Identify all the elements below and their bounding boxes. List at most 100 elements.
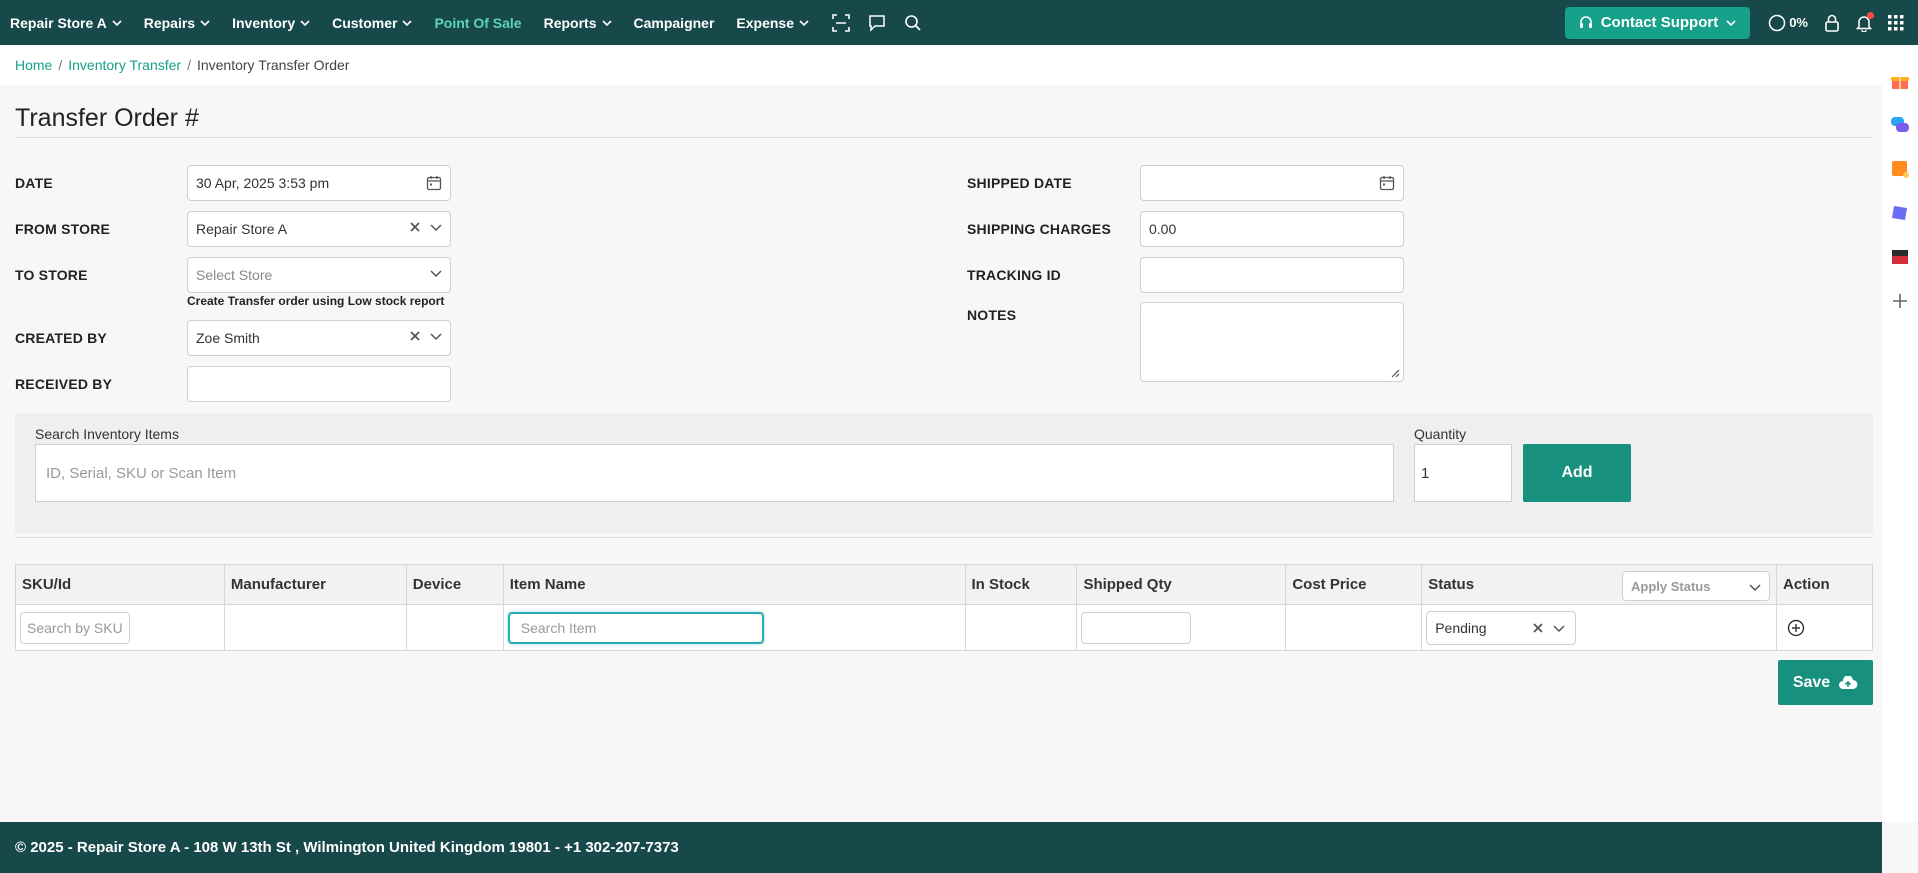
date-label: DATE (15, 175, 53, 191)
apply-status-placeholder: Apply Status (1630, 578, 1711, 594)
date-field[interactable]: 30 Apr, 2025 3:53 pm (187, 165, 451, 201)
calendar-icon[interactable] (1379, 175, 1395, 191)
shipped-date-label: SHIPPED DATE (967, 175, 1072, 191)
add-row-icon[interactable] (1787, 619, 1805, 637)
page-title: Transfer Order # (15, 104, 199, 132)
search-inventory-input[interactable]: ID, Serial, SKU or Scan Item (35, 444, 1394, 502)
chevron-down-icon (112, 19, 122, 26)
shipping-charges-field[interactable]: 0.00 (1140, 211, 1404, 247)
received-by-field[interactable] (187, 366, 451, 402)
clear-icon[interactable] (410, 331, 420, 341)
breadcrumb-current: Inventory Transfer Order (196, 57, 350, 73)
apply-status-select[interactable]: Apply Status (1621, 571, 1770, 601)
chevron-down-icon (430, 224, 442, 232)
shipped-qty-input[interactable] (1081, 611, 1192, 644)
chevron-down-icon (300, 19, 310, 26)
scan-icon[interactable] (831, 13, 851, 33)
chevron-down-icon (601, 19, 612, 26)
from-store-label: FROM STORE (15, 221, 111, 237)
col-action: Action (1775, 564, 1874, 605)
apps-grid-icon[interactable] (1886, 13, 1906, 33)
cell-cost-price (1285, 604, 1423, 651)
quantity-value: 1 (1421, 464, 1430, 482)
breadcrumb-home[interactable]: Home (15, 57, 52, 73)
breadcrumb: Home / Inventory Transfer / Inventory Tr… (0, 45, 1882, 85)
low-stock-report-link[interactable]: Create Transfer order using Low stock re… (187, 294, 444, 308)
tracking-id-field[interactable] (1140, 257, 1404, 293)
notes-textarea[interactable] (1140, 302, 1404, 382)
created-by-select[interactable]: Zoe Smith (187, 320, 451, 356)
add-item-button[interactable]: Add (1523, 444, 1631, 502)
clear-icon[interactable] (1533, 622, 1543, 633)
calendar-icon[interactable] (426, 175, 442, 191)
title-divider (15, 137, 1873, 138)
chat-bubbles-icon[interactable] (1890, 115, 1910, 135)
breadcrumb-separator: / (187, 57, 191, 73)
resize-handle-icon[interactable] (1390, 368, 1400, 378)
to-store-select[interactable]: Select Store (187, 257, 451, 293)
breadcrumb-inventory-transfer[interactable]: Inventory Transfer (68, 57, 181, 73)
row-status-value: Pending (1435, 619, 1487, 636)
nav-store-switcher[interactable]: Repair Store A (10, 15, 122, 31)
from-store-select[interactable]: Repair Store A (187, 211, 451, 247)
row-status-select[interactable]: Pending (1426, 610, 1577, 645)
col-in-stock: In Stock (964, 564, 1078, 605)
headset-icon (1579, 15, 1592, 28)
chevron-down-icon (799, 19, 809, 26)
chat-icon[interactable] (867, 13, 887, 33)
bell-icon[interactable] (1854, 11, 1874, 33)
chevron-down-icon (430, 333, 442, 341)
search-icon[interactable] (903, 13, 923, 33)
tracking-id-label: TRACKING ID (967, 267, 1061, 283)
cell-in-stock (964, 604, 1078, 651)
contact-support-button[interactable]: Contact Support (1564, 6, 1751, 39)
nav-point-of-sale[interactable]: Point Of Sale (434, 15, 521, 31)
chevron-down-icon (430, 270, 442, 278)
to-store-label: TO STORE (15, 267, 88, 283)
cell-manufacturer (223, 604, 407, 651)
cell-shipped-qty (1076, 604, 1287, 651)
nav-reports[interactable]: Reports (544, 15, 612, 31)
plus-icon[interactable] (1890, 291, 1910, 311)
clear-icon[interactable] (410, 222, 420, 232)
progress-indicator[interactable]: 0% (1768, 14, 1808, 32)
tag-icon[interactable] (1890, 203, 1910, 223)
save-label: Save (1792, 673, 1831, 691)
item-search-input[interactable]: Search Item (507, 611, 764, 644)
search-inventory-label: Search Inventory Items (35, 426, 179, 442)
panel-divider (15, 537, 1873, 538)
nav-expense[interactable]: Expense (736, 15, 809, 31)
cash-register-icon[interactable] (1890, 247, 1910, 267)
footer: © 2025 - Repair Store A - 108 W 13th St … (0, 822, 1882, 873)
progress-ring-icon (1768, 14, 1786, 31)
notes-label: NOTES (967, 307, 1017, 323)
nav-campaigner[interactable]: Campaigner (634, 15, 715, 31)
sku-search-input[interactable]: Search by SKU (20, 611, 130, 644)
quantity-input[interactable]: 1 (1414, 444, 1512, 502)
created-by-value: Zoe Smith (196, 330, 260, 346)
created-by-label: CREATED BY (15, 330, 107, 346)
col-status-label: Status (1428, 576, 1475, 593)
save-button[interactable]: Save (1778, 660, 1873, 705)
item-search-placeholder: Search Item (520, 619, 597, 636)
nav-inventory[interactable]: Inventory (232, 15, 310, 31)
gift-icon[interactable] (1890, 71, 1910, 91)
sticky-note-icon[interactable] (1890, 159, 1910, 179)
col-status: Status Apply Status (1421, 564, 1777, 605)
shipped-date-field[interactable] (1140, 165, 1404, 201)
right-sidebar (1882, 45, 1918, 822)
cell-device (405, 604, 504, 651)
col-sku-id: SKU/Id (15, 564, 225, 605)
cell-sku: Search by SKU (15, 604, 225, 651)
cell-status: Pending (1421, 604, 1777, 651)
top-navbar: Repair Store A Repairs Inventory Custome… (0, 0, 1918, 45)
footer-text: © 2025 - Repair Store A - 108 W 13th St … (15, 839, 679, 856)
col-shipped-qty: Shipped Qty (1076, 564, 1287, 605)
nav-customer[interactable]: Customer (332, 15, 413, 31)
shipping-charges-label: SHIPPING CHARGES (967, 221, 1111, 237)
cloud-upload-icon (1839, 675, 1858, 689)
received-by-label: RECEIVED BY (15, 376, 113, 392)
nav-repairs[interactable]: Repairs (144, 15, 210, 31)
lock-icon[interactable] (1822, 13, 1842, 33)
col-device: Device (405, 564, 504, 605)
